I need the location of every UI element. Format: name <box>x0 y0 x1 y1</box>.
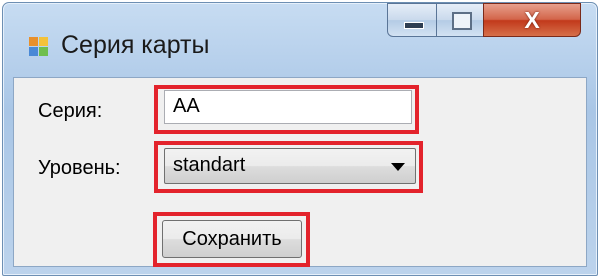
app-window: Серия карты X Серия: AA Уровень: standar… <box>2 2 598 276</box>
minimize-button[interactable] <box>387 3 437 37</box>
maximize-button[interactable] <box>436 3 484 37</box>
minimize-icon <box>404 22 424 29</box>
level-label: Уровень: <box>38 157 121 179</box>
close-button[interactable]: X <box>483 3 581 37</box>
maximize-icon <box>452 12 472 30</box>
title-bar[interactable]: Серия карты X <box>3 3 597 77</box>
level-select[interactable]: standart <box>164 148 416 184</box>
chevron-down-icon[interactable] <box>391 163 405 171</box>
level-select-value: standart <box>173 154 246 176</box>
save-button[interactable]: Сохранить <box>162 220 302 258</box>
app-window-icon <box>29 37 49 57</box>
series-label: Серия: <box>38 100 103 122</box>
form-client-area: Серия: AA Уровень: standart Сохранить <box>13 77 587 267</box>
window-title: Серия карты <box>61 31 210 59</box>
series-input[interactable]: AA <box>164 90 412 124</box>
close-icon: X <box>524 7 540 33</box>
